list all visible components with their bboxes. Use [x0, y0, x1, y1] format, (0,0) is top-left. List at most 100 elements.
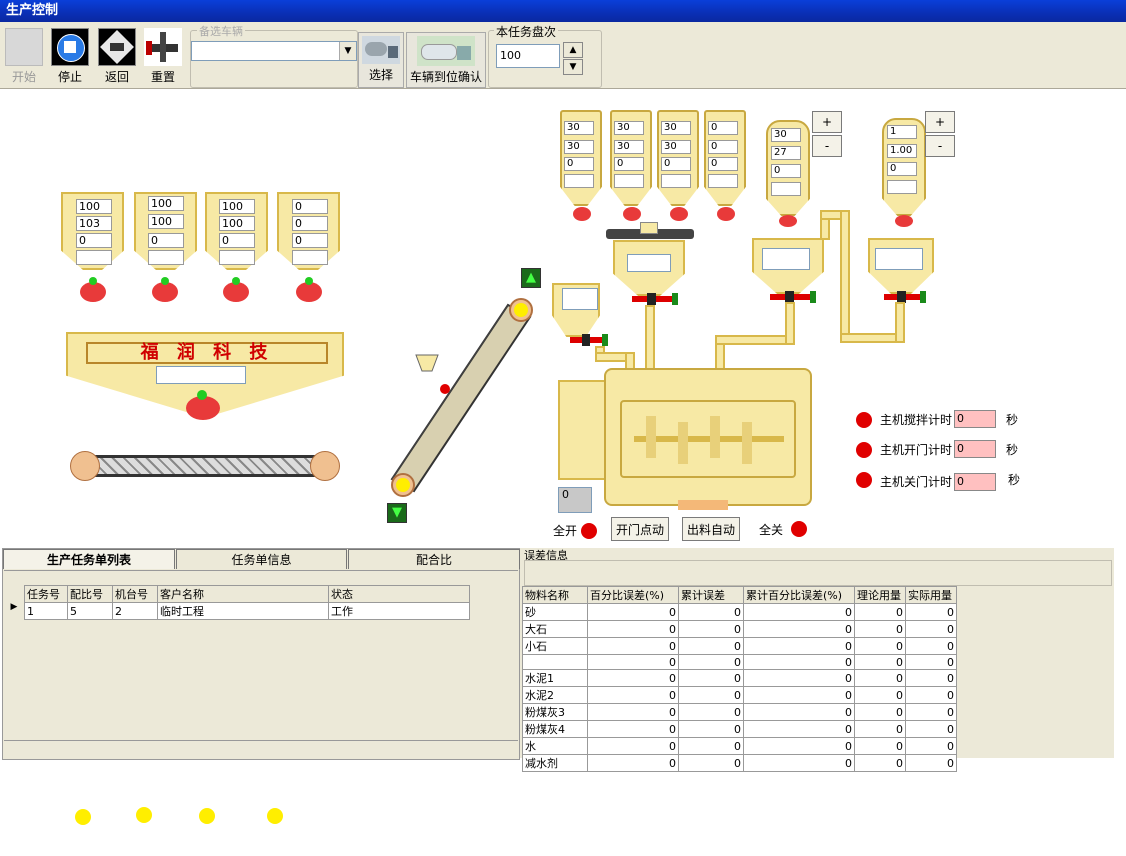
batches-input[interactable]: 100 [496, 44, 560, 68]
waiting-hopper-valve[interactable] [570, 334, 610, 346]
water-minus-button[interactable]: - [812, 135, 842, 157]
bin-3-field-1[interactable]: 100 [219, 199, 255, 214]
task-col-header[interactable]: 配比号 [67, 585, 113, 603]
silo-4-field-3[interactable]: 0 [708, 157, 738, 171]
select-vehicle-button[interactable]: 选择 [358, 32, 404, 88]
bin-4-field-4[interactable] [292, 250, 328, 265]
table-row[interactable]: 大石 0 0 0 0 0 [522, 620, 957, 638]
additive-valve[interactable] [895, 215, 913, 227]
mix-timer-value[interactable]: 0 [954, 410, 996, 428]
silo-1-valve[interactable] [573, 207, 591, 221]
additive-minus-button[interactable]: - [925, 135, 955, 157]
bin-3-field-3[interactable]: 0 [219, 233, 255, 248]
conveyor-down-button[interactable]: ▼ [387, 503, 407, 523]
cement-hopper-valve[interactable] [632, 293, 680, 305]
water-plus-button[interactable]: + [812, 111, 842, 133]
error-col-header[interactable]: 理论用量 [854, 586, 906, 604]
bin-2-field-1[interactable]: 100 [148, 196, 184, 211]
close-timer-value[interactable]: 0 [954, 473, 996, 491]
conveyor-up-button[interactable]: ▲ [521, 268, 541, 288]
additive-hopper-valve[interactable] [884, 291, 932, 303]
water-valve[interactable] [779, 215, 797, 227]
bin-2-gate-valve[interactable] [152, 282, 178, 302]
error-col-header[interactable]: 累计误差 [678, 586, 744, 604]
task-col-header[interactable]: 状态 [328, 585, 470, 603]
water-field-3[interactable]: 0 [771, 164, 801, 178]
vehicle-select[interactable]: ▼ [191, 41, 357, 61]
additive-weigh-field[interactable] [875, 248, 923, 270]
silo-4-field-2[interactable]: 0 [708, 140, 738, 154]
table-row[interactable]: 1 5 2 临时工程 工作 [24, 602, 470, 620]
table-row[interactable]: 砂00000 [522, 603, 957, 621]
all-close-indicator[interactable] [791, 521, 807, 537]
bin-4-field-3[interactable]: 0 [292, 233, 328, 248]
silo-3-field-4[interactable] [661, 174, 691, 188]
silo-2-field-2[interactable]: 30 [614, 140, 644, 154]
waiting-hopper-field[interactable] [562, 288, 598, 310]
task-col-header[interactable]: 任务号 [24, 585, 68, 603]
task-panel-scrollbar[interactable] [4, 740, 518, 757]
bin-1-field-3[interactable]: 0 [76, 233, 112, 248]
bin-2-field-3[interactable]: 0 [148, 233, 184, 248]
silo-2-field-3[interactable]: 0 [614, 157, 644, 171]
additive-plus-button[interactable]: + [925, 111, 955, 133]
error-col-header[interactable]: 实际用量 [905, 586, 957, 604]
start-button[interactable]: 开始 [2, 28, 46, 88]
task-col-header[interactable]: 客户名称 [157, 585, 329, 603]
table-row[interactable]: 水00000 [522, 737, 957, 755]
additive-field-4[interactable] [887, 180, 917, 194]
bin-4-field-1[interactable]: 0 [292, 199, 328, 214]
task-col-header[interactable]: 机台号 [112, 585, 158, 603]
weigh-hopper-field[interactable] [156, 366, 246, 384]
error-col-header[interactable]: 百分比误差(%) [587, 586, 679, 604]
bin-4-gate-valve[interactable] [296, 282, 322, 302]
bin-1-gate-valve[interactable] [80, 282, 106, 302]
table-row[interactable]: 小石 0 0 0 0 0 [522, 637, 957, 655]
silo-4-field-4[interactable] [708, 174, 738, 188]
table-row[interactable]: 水泥2 0 0 0 0 0 [522, 686, 957, 704]
silo-1-field-4[interactable] [564, 174, 594, 188]
water-field-2[interactable]: 27 [771, 146, 801, 160]
silo-1-field-1[interactable]: 30 [564, 121, 594, 135]
chevron-down-icon[interactable]: ▼ [339, 42, 356, 60]
silo-2-field-4[interactable] [614, 174, 644, 188]
silo-3-valve[interactable] [670, 207, 688, 221]
batches-up-button[interactable]: ▲ [563, 42, 583, 58]
silo-3-field-1[interactable]: 30 [661, 121, 691, 135]
silo-3-field-3[interactable]: 0 [661, 157, 691, 171]
water-field-1[interactable]: 30 [771, 128, 801, 142]
cement-weigh-field[interactable] [627, 254, 671, 272]
table-row[interactable]: 粉煤灰3 0 0 0 0 0 [522, 703, 957, 721]
tab-mix-ratio[interactable]: 配合比 [348, 549, 520, 569]
error-col-header[interactable]: 累计百分比误差(%) [743, 586, 855, 604]
bin-1-field-4[interactable] [76, 250, 112, 265]
bin-1-field-1[interactable]: 100 [76, 199, 112, 214]
silo-1-field-3[interactable]: 0 [564, 157, 594, 171]
bin-4-field-2[interactable]: 0 [292, 216, 328, 231]
door-jog-button[interactable]: 开门点动 [611, 517, 669, 541]
bin-2-field-2[interactable]: 100 [148, 214, 184, 229]
silo-3-field-2[interactable]: 30 [661, 140, 691, 154]
all-open-indicator[interactable] [581, 523, 597, 539]
discharge-auto-button[interactable]: 出料自动 [682, 517, 740, 541]
reset-button[interactable]: 重置 [141, 28, 185, 88]
silo-4-valve[interactable] [717, 207, 735, 221]
back-button[interactable]: 返回 [95, 28, 139, 88]
tab-task-info[interactable]: 任务单信息 [176, 549, 347, 569]
silo-2-valve[interactable] [623, 207, 641, 221]
silo-1-field-2[interactable]: 30 [564, 140, 594, 154]
silo-2-field-1[interactable]: 30 [614, 121, 644, 135]
error-col-header[interactable]: 物料名称 [522, 586, 588, 604]
table-row[interactable]: 减水剂 0 0 0 0 0 [522, 754, 957, 772]
additive-field-2[interactable]: 1.00 [887, 144, 917, 158]
bin-1-field-2[interactable]: 103 [76, 216, 112, 231]
water-field-4[interactable] [771, 182, 801, 196]
table-row[interactable]: 00000 [522, 654, 957, 670]
stop-button[interactable]: 停止 [48, 28, 92, 88]
batches-down-button[interactable]: ▼ [563, 59, 583, 75]
bin-3-gate-valve[interactable] [223, 282, 249, 302]
additive-field-3[interactable]: 0 [887, 162, 917, 176]
bin-2-field-4[interactable] [148, 250, 184, 265]
silo-4-field-1[interactable]: 0 [708, 121, 738, 135]
table-row[interactable]: 水泥1 0 0 0 0 0 [522, 669, 957, 687]
